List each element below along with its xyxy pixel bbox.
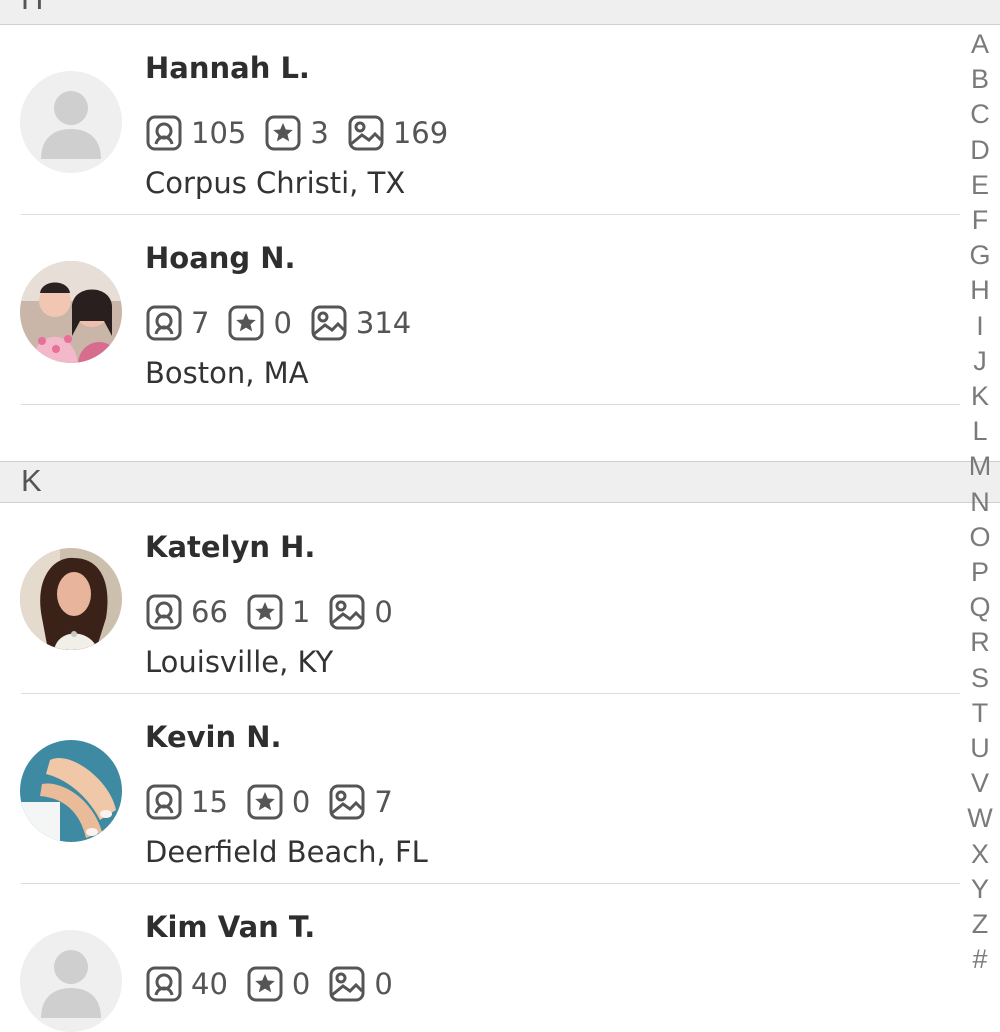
star-icon (247, 594, 283, 630)
index-letter-k[interactable]: K (960, 381, 1000, 412)
rating-count: 0 (273, 306, 292, 340)
star-icon (228, 305, 264, 341)
review-icon (146, 966, 182, 1002)
rating-count: 3 (310, 116, 329, 150)
contact-row-katelyn[interactable]: Katelyn H. 66 1 0 Louisville, KY (0, 504, 960, 694)
section-header-h: H (0, 0, 1000, 25)
contact-name: Katelyn H. (145, 530, 316, 564)
photo-count: 0 (374, 967, 393, 1001)
review-icon (146, 784, 182, 820)
contact-row-hoang[interactable]: Hoang N. 7 0 314 Boston, MA (0, 215, 960, 405)
contact-stats: 40 0 0 (145, 964, 411, 1004)
photo-count: 169 (392, 116, 449, 150)
photo-icon (329, 966, 365, 1002)
index-letter-b[interactable]: B (960, 64, 1000, 95)
contact-location: Corpus Christi, TX (145, 166, 406, 200)
review-icon (146, 594, 182, 630)
index-letter-y[interactable]: Y (960, 874, 1000, 905)
star-icon (247, 784, 283, 820)
index-letter-p[interactable]: P (960, 557, 1000, 588)
index-letter-s[interactable]: S (960, 663, 1000, 694)
contact-name: Kevin N. (145, 720, 282, 754)
contact-location: Louisville, KY (145, 645, 334, 679)
index-letter-g[interactable]: G (960, 240, 1000, 271)
index-letter-l[interactable]: L (960, 416, 1000, 447)
star-icon (265, 115, 301, 151)
contact-row-kim[interactable]: Kim Van T. 40 0 0 (0, 884, 960, 1032)
review-count: 7 (191, 306, 210, 340)
section-letter: H (21, 0, 43, 17)
index-letter-hash[interactable]: # (960, 944, 1000, 975)
contact-stats: 66 1 0 (145, 592, 411, 632)
default-avatar-icon (20, 930, 122, 1032)
index-letter-n[interactable]: N (960, 487, 1000, 518)
alphabet-index[interactable]: A B C D E F G H I J K L M N O P Q R S T U V W X Y Z # (960, 25, 1000, 995)
index-letter-i[interactable]: I (960, 311, 1000, 342)
review-icon (146, 305, 182, 341)
contact-stats: 7 0 314 (145, 303, 429, 343)
section-header-k: K (0, 461, 1000, 503)
review-count: 15 (191, 785, 228, 819)
index-letter-t[interactable]: T (960, 698, 1000, 729)
index-letter-e[interactable]: E (960, 170, 1000, 201)
index-letter-q[interactable]: Q (960, 592, 1000, 623)
index-letter-x[interactable]: X (960, 839, 1000, 870)
star-icon (247, 966, 283, 1002)
photo-icon (311, 305, 347, 341)
index-letter-c[interactable]: C (960, 99, 1000, 130)
user-photo-avatar (20, 548, 122, 650)
index-letter-z[interactable]: Z (960, 909, 1000, 940)
contact-row-hannah[interactable]: Hannah L. 105 3 169 Corpus Christi, TX (0, 25, 960, 215)
default-avatar-icon (20, 71, 122, 173)
rating-count: 0 (291, 967, 311, 1001)
index-letter-m[interactable]: M (960, 451, 1000, 482)
contact-name: Kim Van T. (145, 910, 316, 944)
row-divider (21, 403, 960, 405)
photo-icon (348, 115, 384, 151)
index-letter-u[interactable]: U (960, 733, 1000, 764)
rating-count: 1 (291, 595, 311, 629)
review-count: 105 (191, 116, 247, 150)
photo-count: 7 (374, 785, 393, 819)
index-letter-a[interactable]: A (960, 29, 1000, 60)
index-letter-d[interactable]: D (960, 135, 1000, 166)
rating-count: 0 (291, 785, 311, 819)
index-letter-v[interactable]: V (960, 768, 1000, 799)
index-letter-f[interactable]: F (960, 205, 1000, 236)
review-icon (146, 115, 182, 151)
index-letter-w[interactable]: W (960, 803, 1000, 834)
contact-name: Hannah L. (145, 51, 310, 85)
contact-row-kevin[interactable]: Kevin N. 15 0 7 Deerfield Beach, FL (0, 694, 960, 884)
review-count: 40 (191, 967, 228, 1001)
contact-location: Boston, MA (145, 356, 309, 390)
section-letter: K (21, 463, 42, 498)
photo-icon (329, 594, 365, 630)
index-letter-j[interactable]: J (960, 346, 1000, 377)
user-photo-avatar (20, 740, 122, 842)
contact-location: Deerfield Beach, FL (145, 835, 428, 869)
user-photo-avatar (20, 261, 122, 363)
contact-stats: 15 0 7 (145, 782, 411, 822)
contact-stats: 105 3 169 (145, 113, 466, 153)
photo-count: 314 (355, 306, 412, 340)
index-letter-r[interactable]: R (960, 627, 1000, 658)
review-count: 66 (191, 595, 228, 629)
index-letter-o[interactable]: O (960, 522, 1000, 553)
index-letter-h[interactable]: H (960, 275, 1000, 306)
photo-count: 0 (374, 595, 393, 629)
photo-icon (329, 784, 365, 820)
contact-name: Hoang N. (145, 241, 296, 275)
